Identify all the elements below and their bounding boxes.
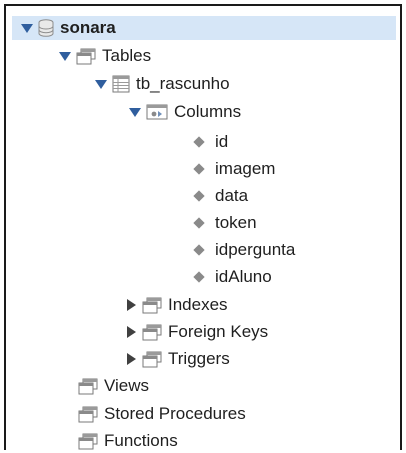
column-item[interactable]: token — [192, 211, 257, 235]
collapse-arrow-icon[interactable] — [20, 21, 34, 35]
folder-icon — [78, 378, 98, 395]
folder-icon — [142, 324, 162, 341]
tree-node-stored-procedures[interactable]: Stored Procedures — [78, 402, 246, 426]
views-label: Views — [104, 376, 150, 395]
functions-label: Functions — [104, 431, 178, 450]
tree-node-foreign-keys[interactable]: Foreign Keys — [124, 320, 268, 344]
expand-arrow-icon[interactable] — [124, 298, 138, 312]
column-bullet-icon — [193, 271, 205, 283]
tree-node-views[interactable]: Views — [78, 374, 149, 398]
tree-node-indexes[interactable]: Indexes — [124, 293, 228, 317]
tree-node-triggers[interactable]: Triggers — [124, 347, 230, 371]
tree-node-table[interactable]: tb_rascunho — [94, 72, 230, 96]
column-item[interactable]: idAluno — [192, 265, 272, 289]
tables-label: Tables — [102, 46, 152, 65]
collapse-arrow-icon[interactable] — [58, 49, 72, 63]
triggers-label: Triggers — [168, 349, 230, 368]
schema-label: sonara — [60, 18, 116, 37]
column-item[interactable]: imagem — [192, 157, 275, 181]
column-item[interactable]: id — [192, 130, 228, 154]
columns-label: Columns — [174, 102, 242, 121]
tree-node-functions[interactable]: Functions — [78, 429, 178, 453]
column-label: token — [215, 213, 257, 232]
columns-icon — [146, 104, 168, 120]
column-bullet-icon — [193, 163, 205, 175]
column-bullet-icon — [193, 190, 205, 202]
stored-procedures-label: Stored Procedures — [104, 404, 246, 423]
column-label: data — [215, 186, 249, 205]
folder-icon — [76, 48, 96, 65]
column-item[interactable]: idpergunta — [192, 238, 295, 262]
database-icon — [38, 19, 54, 37]
column-bullet-icon — [193, 244, 205, 256]
folder-icon — [78, 406, 98, 423]
tree-node-columns[interactable]: Columns — [128, 100, 241, 124]
column-bullet-icon — [193, 136, 205, 148]
column-label: idAluno — [215, 267, 272, 286]
tree-node-tables[interactable]: Tables — [58, 44, 151, 68]
foreign-keys-label: Foreign Keys — [168, 322, 269, 341]
column-bullet-icon — [193, 217, 205, 229]
table-icon — [112, 75, 130, 93]
expand-arrow-icon[interactable] — [124, 352, 138, 366]
collapse-arrow-icon[interactable] — [94, 77, 108, 91]
schema-navigator-tree: sonara Tables tb_rascunho Columns id ima… — [4, 4, 402, 450]
collapse-arrow-icon[interactable] — [128, 105, 142, 119]
indexes-label: Indexes — [168, 295, 228, 314]
tree-node-schema[interactable]: sonara — [12, 16, 396, 40]
folder-icon — [142, 297, 162, 314]
column-label: idpergunta — [215, 240, 296, 259]
column-label: imagem — [215, 159, 276, 178]
table-label: tb_rascunho — [136, 74, 230, 93]
folder-icon — [78, 433, 98, 450]
column-label: id — [215, 132, 229, 151]
column-item[interactable]: data — [192, 184, 248, 208]
folder-icon — [142, 351, 162, 368]
expand-arrow-icon[interactable] — [124, 325, 138, 339]
